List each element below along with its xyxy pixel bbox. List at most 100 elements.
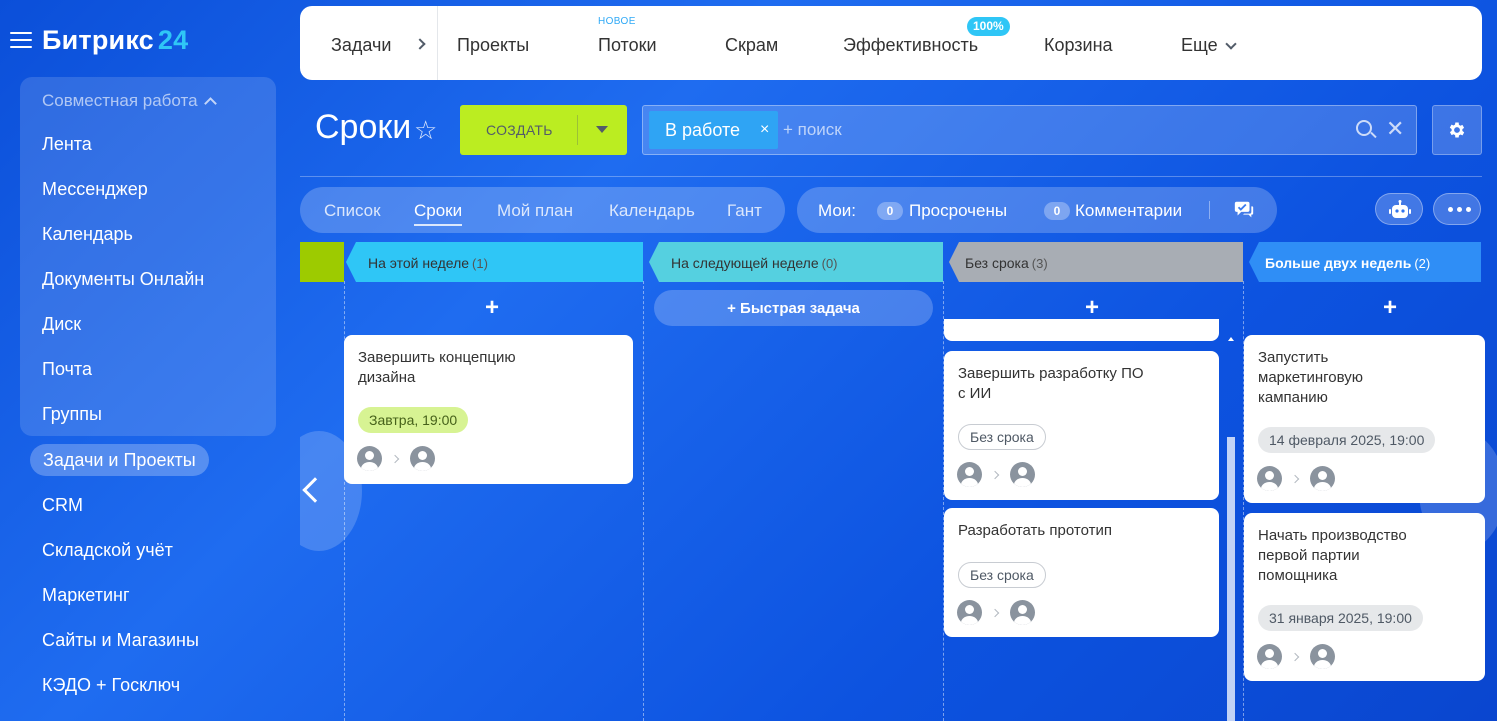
sidebar-item-kedo[interactable]: КЭДО + Госключ [42,672,180,698]
chevron-up-icon [203,97,217,110]
top-navigation: Задачи Проекты НОВОЕ Потоки Скрам 100% Э… [300,6,1482,80]
sidebar-item-disk[interactable]: Диск [42,311,81,337]
chevron-right-icon[interactable] [414,38,426,50]
search-input[interactable] [783,111,1323,149]
chevron-right-icon [1290,652,1300,661]
caret-down-icon[interactable] [596,126,608,133]
column-header-next-week[interactable]: На следующей неделе (0) [649,242,943,282]
task-title[interactable]: Завершить концепцию дизайна [358,348,548,388]
sidebar-item-marketing[interactable]: Маркетинг [42,582,130,608]
user-avatar-icon[interactable] [957,600,982,625]
task-participants [1257,466,1335,491]
divider [1209,201,1210,219]
tab-efficiency[interactable]: Эффективность [843,6,978,80]
tab-scrum[interactable]: Скрам [725,6,778,80]
scroll-right-button[interactable] [1419,431,1497,551]
chevron-right-icon [390,454,400,463]
sidebar-item-sites[interactable]: Сайты и Магазины [42,627,199,653]
create-button[interactable]: СОЗДАТЬ [460,105,627,155]
tab-trash[interactable]: Корзина [1044,6,1113,80]
column-title: На этой неделе (1) [368,242,488,285]
deadline-badge[interactable]: 31 января 2025, 19:00 [1258,605,1423,631]
sidebar-group-title[interactable]: Совместная работа [42,91,217,111]
add-task-plus-icon[interactable]: + [485,296,499,320]
sidebar-item-feed[interactable]: Лента [42,131,92,157]
counter-comments[interactable]: Комментарии [1075,187,1182,235]
column-header-no-deadline[interactable]: Без срока (3) [949,242,1243,282]
star-icon[interactable]: ☆ [414,116,437,144]
automation-button[interactable] [1375,193,1423,225]
close-icon[interactable]: × [760,111,769,149]
sidebar-item-crm[interactable]: CRM [42,492,83,518]
sidebar-item-messenger[interactable]: Мессенджер [42,176,148,202]
column-title: Без срока (3) [965,242,1048,285]
user-avatar-icon[interactable] [357,446,382,471]
logo-row: Битрикс 24 [10,22,188,58]
tab-more[interactable]: Еще [1181,6,1218,80]
view-tab-my-plan[interactable]: Мой план [497,187,573,235]
user-avatar-icon[interactable] [1257,466,1282,491]
filter-chip-in-progress[interactable]: В работе × [649,111,778,149]
sidebar-item-inventory[interactable]: Складской учёт [42,537,173,563]
logo[interactable]: Битрикс 24 [42,25,188,56]
sidebar-item-groups[interactable]: Группы [42,401,102,427]
deadline-badge[interactable]: Без срока [958,424,1046,450]
sidebar-item-calendar[interactable]: Календарь [42,221,133,247]
task-card[interactable]: Завершить концепцию дизайна Завтра, 19:0… [344,335,633,484]
user-avatar-icon[interactable] [410,446,435,471]
view-tab-list[interactable]: Список [324,187,381,235]
column-header-this-week[interactable]: На этой неделе (1) [346,242,643,282]
column-header-more-two-weeks[interactable]: Больше двух недель (2) [1249,242,1481,282]
column-title: На следующей неделе (0) [671,242,838,285]
column-title-label: На этой неделе [368,255,470,271]
logo-name: Битрикс [42,24,154,55]
scroll-up-icon[interactable] [1228,337,1234,341]
sidebar-item-mail[interactable]: Почта [42,356,92,382]
column-count: (0) [821,256,838,271]
user-avatar-icon[interactable] [1310,644,1335,669]
task-card-partial[interactable] [944,319,1219,341]
user-avatar-icon[interactable] [1010,600,1035,625]
counter-overdue[interactable]: Просрочены [909,187,1007,235]
gear-icon [1449,122,1465,138]
overdue-count[interactable]: 0 [877,202,903,220]
add-task-plus-icon[interactable]: + [1085,296,1099,320]
task-title[interactable]: Разработать прототип [958,521,1158,541]
quick-task-button[interactable]: + Быстрая задача [654,290,933,326]
view-tab-deadlines[interactable]: Сроки [414,187,463,235]
deadline-badge[interactable]: Завтра, 19:00 [358,407,469,433]
view-switcher: Список Сроки Мой план Календарь Гант [300,187,785,233]
sidebar-item-tasks-projects[interactable]: Задачи и Проекты [30,444,209,476]
scrollbar[interactable] [1227,437,1235,721]
comments-count[interactable]: 0 [1044,202,1070,220]
more-button[interactable] [1433,193,1481,225]
user-avatar-icon[interactable] [1310,466,1335,491]
add-task-plus-icon[interactable]: + [1383,296,1397,320]
view-tab-gantt[interactable]: Гант [727,187,762,235]
deadline-badge[interactable]: 14 февраля 2025, 19:00 [1258,427,1436,453]
sidebar-item-documents[interactable]: Документы Онлайн [42,266,204,292]
chevron-right-icon [1443,477,1469,503]
view-tab-calendar[interactable]: Календарь [609,187,695,235]
task-card[interactable]: Завершить разработку ПО с ИИ Без срока [944,351,1219,500]
tab-flows[interactable]: Потоки [598,6,657,80]
user-avatar-icon[interactable] [1010,462,1035,487]
task-title[interactable]: Запустить маркетинговую кампанию [1258,348,1418,408]
chat-icon[interactable] [1233,199,1255,221]
chevron-down-icon[interactable] [1225,38,1237,50]
create-button-label: СОЗДАТЬ [486,122,553,138]
clear-icon[interactable]: ✕ [1386,115,1404,143]
task-title[interactable]: Начать производство первой партии помощн… [1258,526,1438,586]
deadline-badge[interactable]: Без срока [958,562,1046,588]
tab-tasks[interactable]: Задачи [331,6,391,80]
task-title[interactable]: Завершить разработку ПО с ИИ [958,364,1148,404]
menu-icon[interactable] [10,32,32,48]
task-card[interactable]: Разработать прототип Без срока [944,508,1219,637]
column-title-label: Без срока [965,255,1029,271]
search-icon[interactable] [1356,120,1372,136]
divider [577,115,578,145]
user-avatar-icon[interactable] [957,462,982,487]
settings-button[interactable] [1432,105,1482,155]
tab-projects[interactable]: Проекты [457,6,529,80]
user-avatar-icon[interactable] [1257,644,1282,669]
